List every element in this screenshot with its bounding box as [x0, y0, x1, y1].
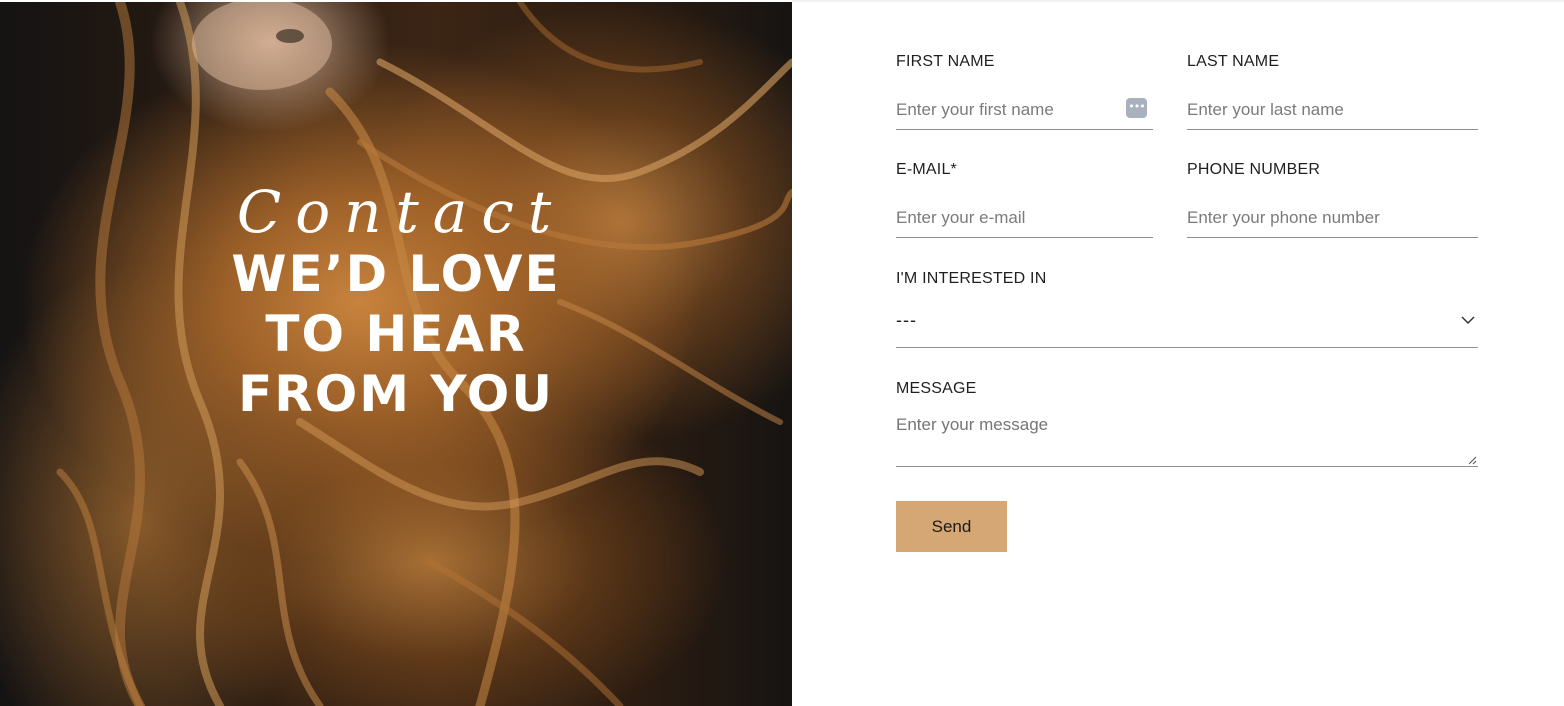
- last-name-field-wrapper: [1187, 90, 1478, 130]
- email-label: E-MAIL*: [896, 161, 957, 178]
- interest-selected-value: ---: [896, 310, 917, 330]
- message-field-wrapper: [896, 407, 1478, 467]
- last-name-label: LAST NAME: [1187, 53, 1280, 70]
- resize-grip-icon[interactable]: [1468, 456, 1477, 465]
- message-textarea[interactable]: [896, 407, 1478, 466]
- phone-label: PHONE NUMBER: [1187, 161, 1321, 178]
- first-name-field-wrapper: •••: [896, 90, 1153, 130]
- message-label: MESSAGE: [896, 380, 977, 397]
- email-field-wrapper: [896, 198, 1153, 238]
- chevron-down-icon: [1461, 316, 1475, 325]
- first-name-input[interactable]: [896, 90, 1153, 129]
- hero-script-title: Contact: [236, 178, 566, 246]
- hero-headline: WE’D LOVE TO HEAR FROM YOU: [231, 245, 561, 423]
- email-input[interactable]: [896, 198, 1153, 237]
- send-button[interactable]: Send: [896, 501, 1007, 552]
- interest-select[interactable]: ---: [896, 302, 1478, 348]
- phone-field-wrapper: [1187, 198, 1478, 238]
- interest-label: I'M INTERESTED IN: [896, 270, 1047, 287]
- last-name-input[interactable]: [1187, 90, 1478, 129]
- hero-image-panel: Contact WE’D LOVE TO HEAR FROM YOU: [0, 2, 792, 706]
- phone-input[interactable]: [1187, 198, 1478, 237]
- top-divider: [792, 0, 1564, 2]
- password-manager-icon[interactable]: •••: [1126, 98, 1147, 118]
- first-name-label: FIRST NAME: [896, 53, 995, 70]
